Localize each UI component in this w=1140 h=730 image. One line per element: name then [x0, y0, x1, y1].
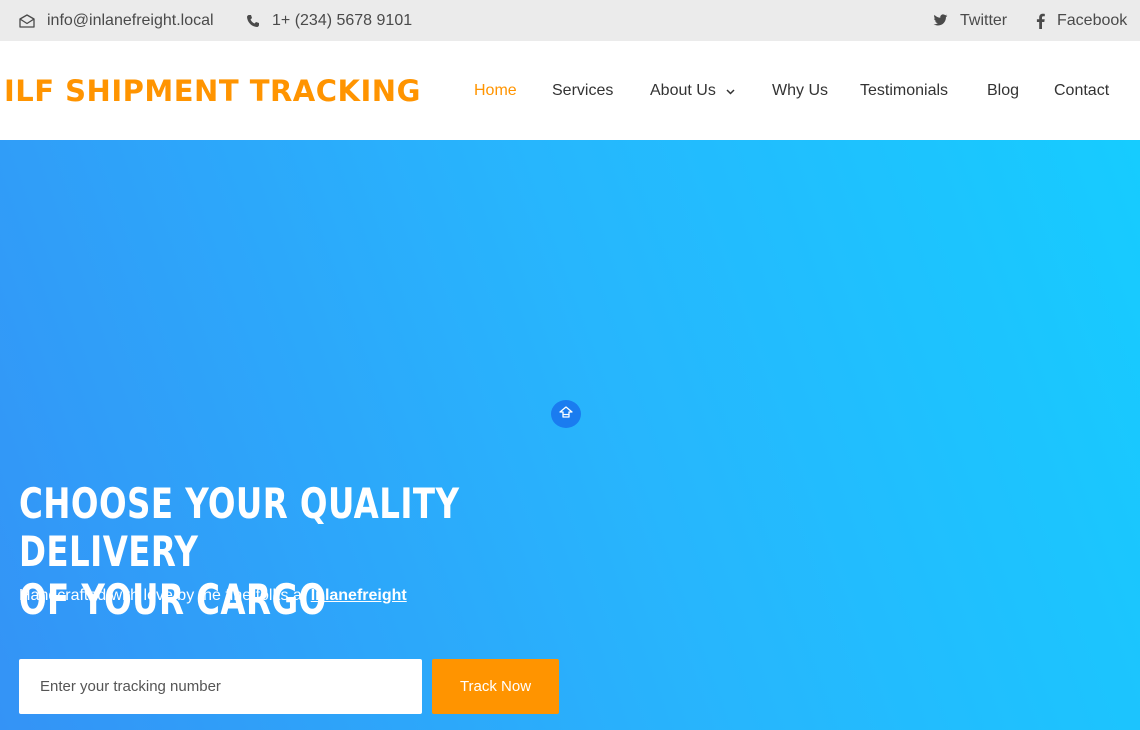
top-info-bar: info@inlanefreight.local 1+ (234) 5678 9…	[0, 0, 1140, 41]
hero-title-line1: CHOOSE YOUR QUALITY DELIVERY	[19, 479, 460, 576]
nav-about-us-label: About Us	[650, 81, 716, 99]
nav-testimonials[interactable]: Testimonials	[860, 41, 948, 140]
phone-icon	[246, 14, 260, 28]
nav-contact[interactable]: Contact	[1054, 41, 1109, 140]
nav-services[interactable]: Services	[552, 41, 613, 140]
inlanefreight-link[interactable]: Inlanefreight	[311, 587, 407, 604]
chevron-down-icon	[726, 82, 735, 100]
nav-why-us[interactable]: Why Us	[772, 41, 828, 140]
nav-blog[interactable]: Blog	[987, 41, 1019, 140]
scroll-up-button[interactable]	[551, 400, 581, 428]
hero-subtitle-text: Handcrafted with love by the fine folks …	[19, 587, 307, 604]
hero-section: CHOOSE YOUR QUALITY DELIVERY OF YOUR CAR…	[0, 140, 1140, 730]
main-nav: Home Services About Us Why Us Testimonia…	[0, 41, 1140, 140]
email-link[interactable]: info@inlanefreight.local	[47, 12, 214, 30]
facebook-link[interactable]: Facebook	[1036, 0, 1127, 41]
track-now-button[interactable]: Track Now	[432, 659, 559, 714]
tracking-number-input[interactable]	[19, 659, 422, 714]
phone-contact[interactable]: 1+ (234) 5678 9101	[246, 0, 412, 41]
nav-about-us[interactable]: About Us	[650, 41, 735, 140]
twitter-label[interactable]: Twitter	[960, 12, 1007, 30]
arrow-up-icon	[559, 405, 573, 423]
envelope-icon	[19, 13, 35, 28]
facebook-label[interactable]: Facebook	[1057, 12, 1127, 30]
twitter-icon	[933, 14, 948, 27]
phone-number: 1+ (234) 5678 9101	[272, 11, 413, 29]
email-contact[interactable]: info@inlanefreight.local	[19, 0, 214, 41]
facebook-icon	[1036, 13, 1045, 29]
twitter-link[interactable]: Twitter	[933, 0, 1007, 41]
nav-home[interactable]: Home	[474, 41, 517, 140]
site-header: ILF SHIPMENT TRACKING Home Services Abou…	[0, 41, 1140, 140]
hero-subtitle: Handcrafted with love by the fine folks …	[19, 587, 407, 605]
